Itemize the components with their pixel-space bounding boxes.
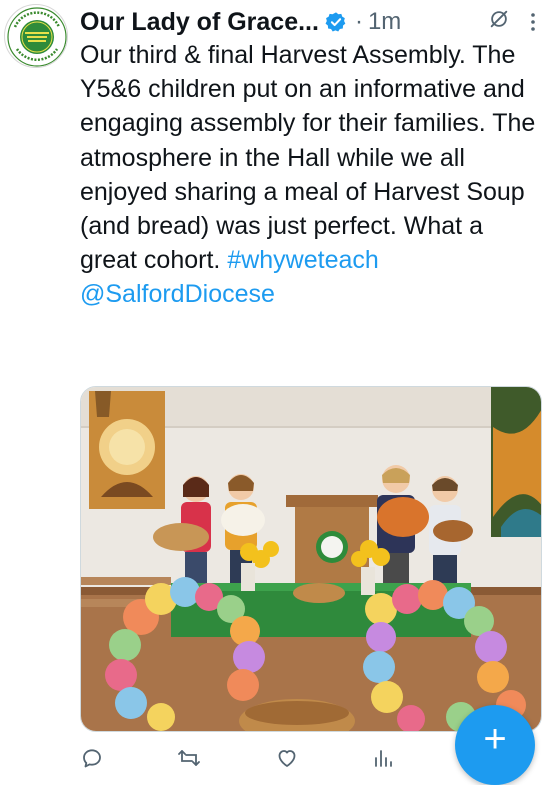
like-icon[interactable] [275,746,299,770]
tweet-photo[interactable] [80,386,542,732]
timestamp[interactable]: 1m [368,8,401,36]
school-logo [7,7,67,67]
grok-icon[interactable] [488,8,510,30]
mention-link[interactable]: @SalfordDiocese [80,280,275,308]
tweet-body: Our third & final Harvest Assembly. The … [80,41,536,275]
retweet-icon[interactable] [177,746,201,770]
hashtag-link[interactable]: #whyweteach [227,246,378,274]
reply-icon[interactable] [80,746,104,770]
verified-badge-icon [325,12,346,32]
tweet-header: Our Lady of Grace... · 1m [80,4,540,40]
tweet-text: Our third & final Harvest Assembly. The … [80,38,546,312]
tweet-actions [80,738,500,778]
author-name[interactable]: Our Lady of Grace... [80,8,319,37]
avatar[interactable] [4,4,68,68]
views-icon[interactable] [371,746,395,770]
more-options-icon[interactable] [530,12,536,32]
separator-dot: · [354,8,363,35]
harvest-assembly-photo [81,387,541,731]
compose-button[interactable]: + [455,705,535,785]
compose-plus-icon: + [483,717,507,761]
